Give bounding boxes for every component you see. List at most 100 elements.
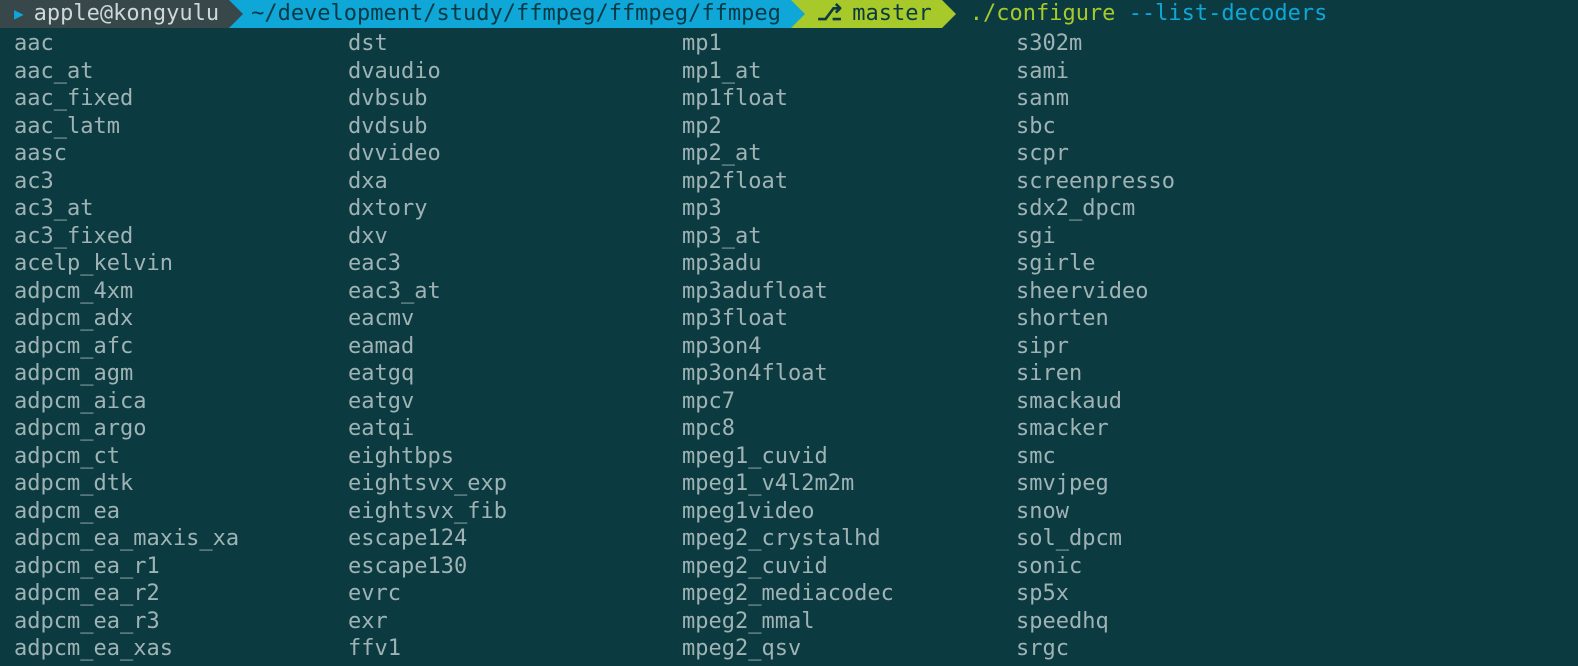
decoder-item: eatgq <box>348 360 682 388</box>
git-branch-icon: ⎇ <box>817 0 842 28</box>
decoder-item: dvaudio <box>348 58 682 86</box>
decoder-item: aac_fixed <box>14 85 348 113</box>
decoder-item: eatqi <box>348 415 682 443</box>
decoder-item: sipr <box>1016 333 1350 361</box>
decoder-item: mp3adu <box>682 250 1016 278</box>
arrow-icon <box>229 0 243 28</box>
decoder-item: speedhq <box>1016 608 1350 636</box>
decoder-item: eightsvx_fib <box>348 498 682 526</box>
decoder-item: mp1 <box>682 30 1016 58</box>
decoder-item: aasc <box>14 140 348 168</box>
decoder-item: mpeg1video <box>682 498 1016 526</box>
decoder-item: mp1float <box>682 85 1016 113</box>
decoder-item: scpr <box>1016 140 1350 168</box>
decoder-item: eamad <box>348 333 682 361</box>
decoder-item: dxtory <box>348 195 682 223</box>
decoder-item: escape130 <box>348 553 682 581</box>
decoder-item: mp3on4 <box>682 333 1016 361</box>
decoder-item: sheervideo <box>1016 278 1350 306</box>
decoder-item: snow <box>1016 498 1350 526</box>
decoder-item: mp3_at <box>682 223 1016 251</box>
decoder-item: eacmv <box>348 305 682 333</box>
decoder-item: sgi <box>1016 223 1350 251</box>
decoder-item: aac_latm <box>14 113 348 141</box>
decoder-item: eac3_at <box>348 278 682 306</box>
output-column: dstdvaudiodvbsubdvdsubdvvideodxadxtorydx… <box>348 30 682 663</box>
decoder-item: adpcm_ea_maxis_xa <box>14 525 348 553</box>
decoder-item: sdx2_dpcm <box>1016 195 1350 223</box>
decoder-item: sonic <box>1016 553 1350 581</box>
prompt-user: apple@kongyulu <box>34 0 219 28</box>
decoder-item: ac3_fixed <box>14 223 348 251</box>
decoder-item: mpeg2_qsv <box>682 635 1016 663</box>
decoder-item: siren <box>1016 360 1350 388</box>
decoder-item: mpeg2_crystalhd <box>682 525 1016 553</box>
decoder-item: exr <box>348 608 682 636</box>
decoder-item: aac_at <box>14 58 348 86</box>
decoder-item: sbc <box>1016 113 1350 141</box>
decoder-item: mpeg2_mediacodec <box>682 580 1016 608</box>
decoder-item: eightbps <box>348 443 682 471</box>
decoder-item: smc <box>1016 443 1350 471</box>
decoder-item: mpc7 <box>682 388 1016 416</box>
decoder-item: sami <box>1016 58 1350 86</box>
decoder-item: mp1_at <box>682 58 1016 86</box>
decoder-item: mp2float <box>682 168 1016 196</box>
arrow-icon <box>791 0 805 28</box>
decoder-item: sol_dpcm <box>1016 525 1350 553</box>
output-column: s302msamisanmsbcscprscreenpressosdx2_dpc… <box>1016 30 1350 663</box>
decoder-item: srgc <box>1016 635 1350 663</box>
decoder-item: mp3on4float <box>682 360 1016 388</box>
prompt-user-segment: ▶ apple@kongyulu <box>0 0 229 28</box>
prompt-path: ~/development/study/ffmpeg/ffmpeg/ffmpeg <box>251 0 781 28</box>
prompt-branch: master <box>852 0 931 28</box>
decoder-item: smacker <box>1016 415 1350 443</box>
decoder-item: eightsvx_exp <box>348 470 682 498</box>
decoder-item: adpcm_adx <box>14 305 348 333</box>
decoder-item: adpcm_ea_r1 <box>14 553 348 581</box>
decoder-item: ffv1 <box>348 635 682 663</box>
prompt-path-segment: ~/development/study/ffmpeg/ffmpeg/ffmpeg <box>243 0 791 28</box>
decoder-item: mp3adufloat <box>682 278 1016 306</box>
decoder-item: ac3 <box>14 168 348 196</box>
decoder-item: evrc <box>348 580 682 608</box>
decoder-item: eatgv <box>348 388 682 416</box>
decoder-item: adpcm_ea <box>14 498 348 526</box>
decoder-item: mp2 <box>682 113 1016 141</box>
decoder-item: smackaud <box>1016 388 1350 416</box>
decoder-item: s302m <box>1016 30 1350 58</box>
decoder-item: adpcm_ea_r3 <box>14 608 348 636</box>
decoder-item: adpcm_ct <box>14 443 348 471</box>
output-column: aacaac_ataac_fixedaac_latmaascac3ac3_ata… <box>14 30 348 663</box>
decoder-item: dst <box>348 30 682 58</box>
decoder-item: aac <box>14 30 348 58</box>
terminal-window[interactable]: ▶ apple@kongyulu ~/development/study/ffm… <box>0 0 1578 666</box>
prompt-branch-segment: ⎇ master <box>805 0 942 28</box>
prompt-line: ▶ apple@kongyulu ~/development/study/ffm… <box>0 0 1578 28</box>
decoder-item: mpc8 <box>682 415 1016 443</box>
decoder-item: escape124 <box>348 525 682 553</box>
command-line[interactable]: ./configure --list-decoders <box>970 0 1328 28</box>
decoder-item: smvjpeg <box>1016 470 1350 498</box>
decoder-item: adpcm_dtk <box>14 470 348 498</box>
decoder-item: acelp_kelvin <box>14 250 348 278</box>
decoder-item: mpeg2_cuvid <box>682 553 1016 581</box>
arrow-icon <box>942 0 956 28</box>
decoder-item: sp5x <box>1016 580 1350 608</box>
decoder-item: adpcm_ea_r2 <box>14 580 348 608</box>
decoder-item: mpeg1_v4l2m2m <box>682 470 1016 498</box>
decoder-item: dvbsub <box>348 85 682 113</box>
decoder-item: dxa <box>348 168 682 196</box>
decoder-item: mp3 <box>682 195 1016 223</box>
output-column: mp1mp1_atmp1floatmp2mp2_atmp2floatmp3mp3… <box>682 30 1016 663</box>
decoder-item: sanm <box>1016 85 1350 113</box>
command-output: aacaac_ataac_fixedaac_latmaascac3ac3_ata… <box>0 28 1578 663</box>
prompt-bullet-icon: ▶ <box>14 0 24 28</box>
decoder-item: dvvideo <box>348 140 682 168</box>
decoder-item: mp2_at <box>682 140 1016 168</box>
decoder-item: dvdsub <box>348 113 682 141</box>
decoder-item: adpcm_afc <box>14 333 348 361</box>
decoder-item: ac3_at <box>14 195 348 223</box>
decoder-item: shorten <box>1016 305 1350 333</box>
decoder-item: adpcm_agm <box>14 360 348 388</box>
